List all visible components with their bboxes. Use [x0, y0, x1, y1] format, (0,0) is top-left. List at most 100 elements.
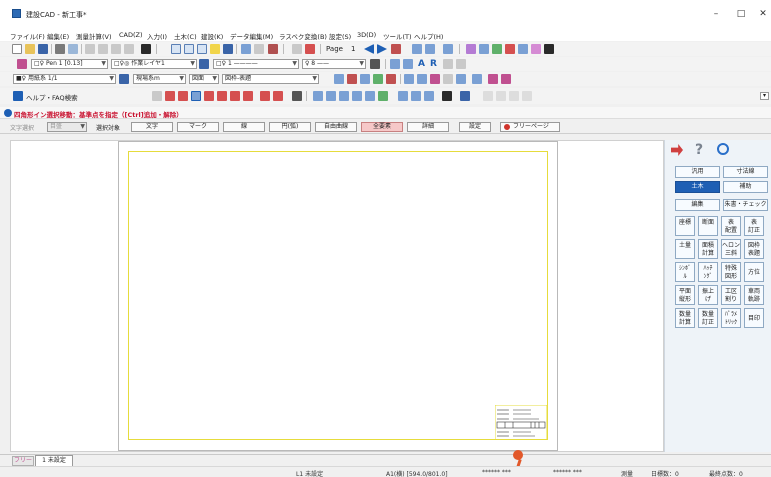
fillet-icon[interactable] — [378, 91, 388, 101]
menu-3d[interactable]: 3D(D) — [357, 31, 376, 39]
redo-icon[interactable] — [254, 44, 264, 54]
page-menu-icon[interactable] — [391, 44, 401, 54]
text-angle-icon[interactable] — [456, 59, 466, 69]
coord-tool-icon[interactable] — [119, 74, 129, 84]
palette-qty-calc-button[interactable]: 数量 計算 — [675, 308, 695, 328]
palette-vehicle-button[interactable]: 車両 軌跡 — [744, 285, 764, 305]
menu-rasvec[interactable]: ラスベク変換(B) — [279, 31, 327, 41]
dim4-icon[interactable] — [522, 91, 532, 101]
tool-f-icon[interactable] — [531, 44, 541, 54]
print-preview-icon[interactable] — [68, 44, 78, 54]
free-page-button[interactable]: フリーページ — [500, 122, 560, 132]
tool-c-icon[interactable] — [492, 44, 502, 54]
search-icon[interactable] — [717, 143, 729, 155]
palette-hatching-button[interactable]: ﾊｯﾁ ﾝｸﾞ — [698, 262, 718, 282]
osnap-icon[interactable] — [456, 74, 466, 84]
next-page-icon[interactable] — [377, 44, 387, 54]
menu-cad[interactable]: CAD(Z) — [119, 31, 143, 39]
text-a-icon[interactable]: A — [418, 59, 425, 69]
move-icon[interactable] — [204, 91, 214, 101]
break-icon[interactable] — [411, 91, 421, 101]
help-search-label[interactable]: ヘルプ・FAQ検索 — [26, 92, 78, 102]
paste-icon[interactable] — [111, 44, 121, 54]
palette-marker-button[interactable]: 目印 — [744, 308, 764, 328]
palette-coord-button[interactable]: 座標 — [675, 216, 695, 236]
menu-survey[interactable]: 測量計算(V) — [76, 31, 112, 41]
chart-icon[interactable] — [373, 74, 383, 84]
property-icon[interactable] — [292, 44, 302, 54]
option-line-button[interactable]: 線 — [223, 122, 265, 132]
copy-icon[interactable] — [98, 44, 108, 54]
option-all-button[interactable]: 全要素 — [361, 122, 403, 132]
zoom-icon[interactable] — [171, 44, 181, 54]
layer-tool-icon[interactable] — [199, 59, 209, 69]
layout2-icon[interactable] — [425, 44, 435, 54]
close-button[interactable]: ✕ — [752, 6, 771, 22]
palette-direction-button[interactable]: 方位 — [744, 262, 764, 282]
tab-page-1[interactable]: 1 未設定 — [35, 455, 73, 466]
palette-plan-button[interactable]: 平面 縦形 — [675, 285, 695, 305]
light-icon[interactable] — [210, 44, 220, 54]
line-tool-icon[interactable] — [165, 91, 175, 101]
select-all-icon[interactable] — [152, 91, 162, 101]
sheet-icon[interactable] — [443, 44, 453, 54]
print-icon[interactable] — [55, 44, 65, 54]
option-freecurve-button[interactable]: 自由曲線 — [315, 122, 357, 132]
option-detail-button[interactable]: 詳細 — [407, 122, 449, 132]
chamfer-icon[interactable] — [398, 91, 408, 101]
rotate-icon[interactable] — [313, 91, 323, 101]
palette-general-button[interactable]: 汎用 — [675, 166, 720, 178]
tool-d-icon[interactable] — [505, 44, 515, 54]
option-arc-button[interactable]: 円(弧) — [269, 122, 311, 132]
menu-edit[interactable]: 編集(E) — [47, 31, 69, 41]
text-select-combo[interactable]: 目盛 ▼ — [47, 122, 87, 132]
menu-file[interactable]: ファイル(F) — [10, 31, 45, 41]
attribute-icon[interactable] — [17, 59, 27, 69]
text-style-icon[interactable] — [390, 59, 400, 69]
palette-earthwork-button[interactable]: 土量 — [675, 239, 695, 259]
layout-combo[interactable]: 図枠-表題 ▼ — [222, 74, 319, 84]
grid2-icon[interactable] — [417, 74, 427, 84]
arc-icon[interactable] — [230, 91, 240, 101]
help-icon[interactable]: ? — [695, 142, 703, 158]
undo-icon[interactable] — [241, 44, 251, 54]
circle-icon[interactable] — [217, 91, 227, 101]
frame2-icon[interactable] — [347, 74, 357, 84]
menu-data[interactable]: データ編集(M) — [230, 31, 273, 41]
frame-icon[interactable] — [334, 74, 344, 84]
stretch-icon[interactable] — [460, 91, 470, 101]
palette-civil-button[interactable]: 土木 — [675, 181, 720, 193]
help-pointer-icon[interactable] — [141, 44, 151, 54]
pick2-icon[interactable] — [501, 74, 511, 84]
tool-e-icon[interactable] — [518, 44, 528, 54]
palette-qty-fix-button[interactable]: 数量 訂正 — [698, 308, 718, 328]
pen-combo[interactable]: □♀ Pen 1 [0.13] ▼ — [31, 59, 108, 69]
menu-settings[interactable]: 設定(S) — [329, 31, 351, 41]
palette-special-button[interactable]: 特殊 図形 — [721, 262, 741, 282]
parallel-icon[interactable] — [178, 91, 188, 101]
pointer-icon[interactable] — [292, 91, 302, 101]
color-combo[interactable]: ♀ 8 —— ▼ — [302, 59, 366, 69]
tool-a-icon[interactable] — [466, 44, 476, 54]
palette-table-fix-button[interactable]: 表 訂正 — [744, 216, 764, 236]
rect-tool-icon[interactable] — [191, 91, 201, 101]
erase-icon[interactable] — [442, 91, 452, 101]
mirror-icon[interactable] — [326, 91, 336, 101]
option-mark-button[interactable]: マーク — [177, 122, 219, 132]
scale-icon[interactable] — [339, 91, 349, 101]
trim-icon[interactable] — [260, 91, 270, 101]
tool-b-icon[interactable] — [479, 44, 489, 54]
pen-tool-icon[interactable] — [370, 59, 380, 69]
tab-free[interactable]: フリー — [12, 456, 34, 466]
clear-icon[interactable] — [268, 44, 278, 54]
dim3-icon[interactable] — [509, 91, 519, 101]
palette-edit-button[interactable]: 編集 — [675, 199, 720, 211]
palette-table-place-button[interactable]: 表 配置 — [721, 216, 741, 236]
palette-section-button[interactable]: 断面 — [698, 216, 718, 236]
pin-icon[interactable] — [671, 144, 683, 156]
layout-icon[interactable] — [412, 44, 422, 54]
text-attr-icon[interactable] — [403, 59, 413, 69]
paste-special-icon[interactable] — [124, 44, 134, 54]
offset-icon[interactable] — [365, 91, 375, 101]
table-icon[interactable] — [360, 74, 370, 84]
